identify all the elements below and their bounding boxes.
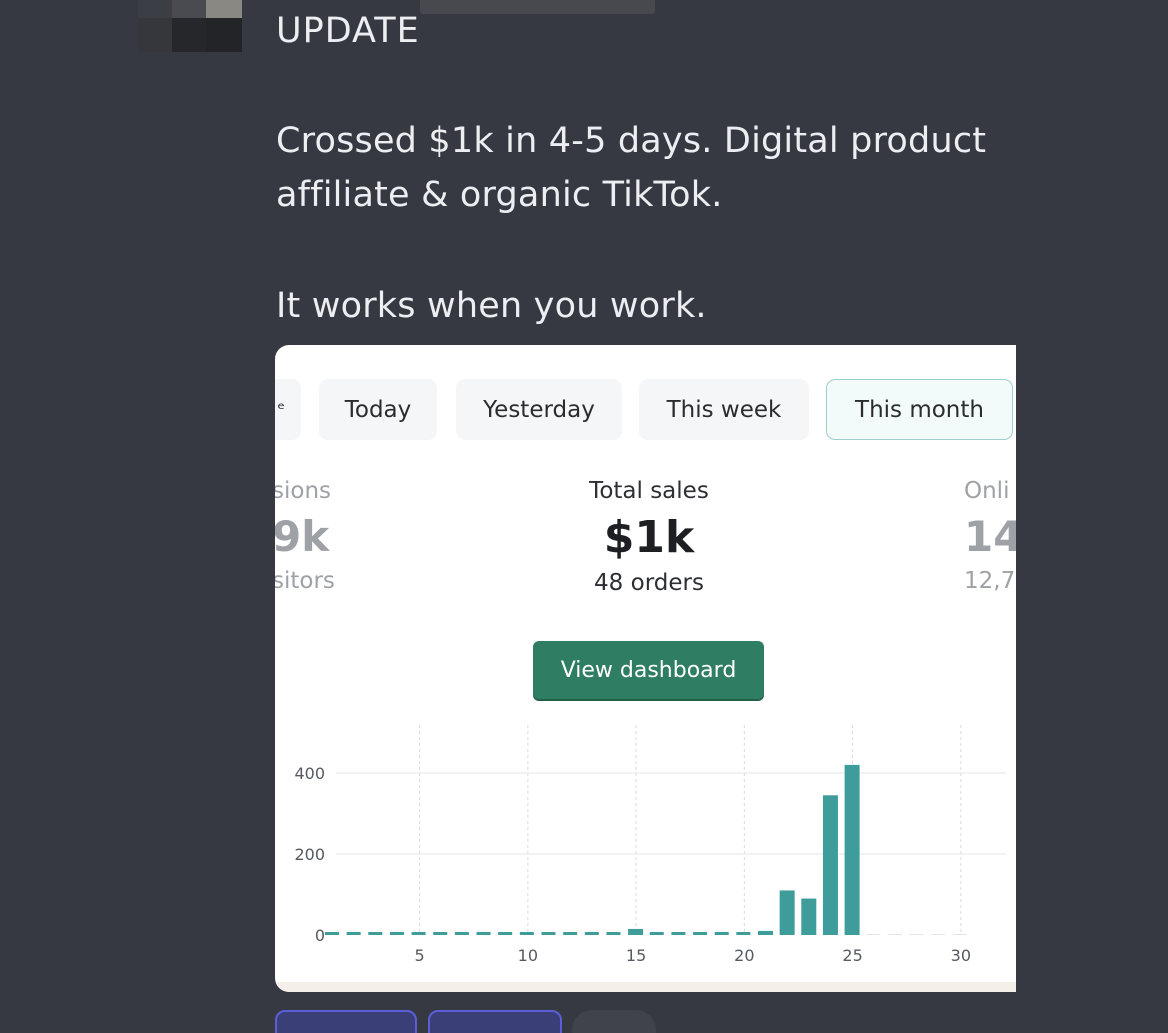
orders-count: 48 orders [594, 570, 704, 596]
bar-zero-day-11 [541, 932, 556, 935]
bar-zero-day-19 [714, 932, 729, 935]
x-tick-label: 20 [734, 946, 754, 965]
reaction-button-2[interactable] [428, 1010, 562, 1033]
tab-this-month[interactable]: This month [826, 379, 1013, 440]
tab-today[interactable]: Today [319, 379, 437, 440]
bar-zero-day-10 [519, 932, 534, 935]
bar-day-23 [801, 898, 817, 935]
bar-zero-day-8 [476, 932, 491, 935]
sessions-label: sions [275, 478, 332, 504]
online-metric: Onli 14 12,7 [964, 478, 1016, 594]
bar-zero-day-1 [325, 932, 339, 935]
embedded-analytics-card[interactable]: ᵉ Today Yesterday This week This month s… [275, 345, 1016, 992]
bar-zero-day-3 [368, 932, 383, 935]
x-tick-label: 5 [415, 946, 425, 965]
chat-screenshot: UPDATE Crossed $1k in 4-5 days. Digital … [0, 0, 1168, 1033]
message-line-1: Crossed $1k in 4-5 days. Digital product [276, 121, 987, 161]
bar-day-25 [844, 764, 860, 935]
message-line-3: It works when you work. [276, 286, 707, 326]
bar-zero-day-7 [454, 932, 469, 935]
bar-day-21 [758, 930, 773, 935]
sales-bar-chart: 0 200 400 5 10 15 20 25 30 [294, 725, 1006, 965]
blurred-banner [420, 0, 655, 14]
message-title: UPDATE [276, 11, 420, 51]
card-footer-edge [275, 982, 1016, 992]
view-dashboard-button[interactable]: View dashboard [533, 641, 764, 699]
online-label: Onli [964, 478, 1010, 504]
bar-zero-day-18 [693, 932, 708, 935]
bar-day-22 [779, 890, 795, 935]
tab-yesterday[interactable]: Yesterday [456, 379, 622, 440]
bar-zero-day-2 [346, 932, 361, 935]
sessions-value: 9k [275, 512, 330, 561]
bar-zero-day-17 [671, 932, 686, 935]
bar-zero-day-9 [498, 932, 513, 935]
bar-zero-day-5 [411, 932, 426, 935]
bar-zero-day-20 [736, 932, 751, 935]
bar-day-15 [628, 928, 644, 935]
x-tick-label: 15 [626, 946, 646, 965]
bar-empty-day-28 [909, 934, 924, 935]
x-tick-label: 30 [951, 946, 971, 965]
bar-day-24 [822, 795, 838, 935]
tab-cut-off[interactable]: ᵉ [275, 379, 301, 440]
x-tick-label: 10 [518, 946, 538, 965]
x-tick-label: 25 [842, 946, 862, 965]
y-tick-label: 400 [294, 764, 325, 783]
add-reaction-button[interactable] [572, 1010, 656, 1033]
bar-empty-day-30 [952, 934, 967, 935]
user-avatar[interactable] [138, 0, 242, 52]
bar-zero-day-14 [606, 932, 621, 935]
bar-empty-day-27 [887, 934, 902, 935]
total-sales-metric: Total sales $1k 48 orders [499, 478, 799, 596]
bar-empty-day-26 [866, 934, 881, 935]
sessions-sub: sitors [275, 568, 335, 594]
total-sales-value: $1k [603, 512, 695, 563]
online-value: 14 [964, 512, 1016, 561]
sessions-metric: sions 9k sitors [275, 478, 335, 594]
bar-empty-day-29 [931, 934, 946, 935]
y-tick-label: 200 [294, 845, 325, 864]
y-tick-label: 0 [315, 926, 325, 945]
bar-zero-day-12 [563, 932, 578, 935]
bar-zero-day-13 [584, 932, 599, 935]
online-sub: 12,7 [964, 568, 1016, 594]
message-line-2: affiliate & organic TikTok. [276, 175, 723, 215]
total-sales-label: Total sales [589, 478, 709, 504]
bar-zero-day-16 [649, 932, 664, 935]
reaction-button-1[interactable] [275, 1010, 417, 1033]
tab-this-week[interactable]: This week [639, 379, 809, 440]
bar-zero-day-4 [389, 932, 404, 935]
bar-zero-day-6 [433, 932, 448, 935]
